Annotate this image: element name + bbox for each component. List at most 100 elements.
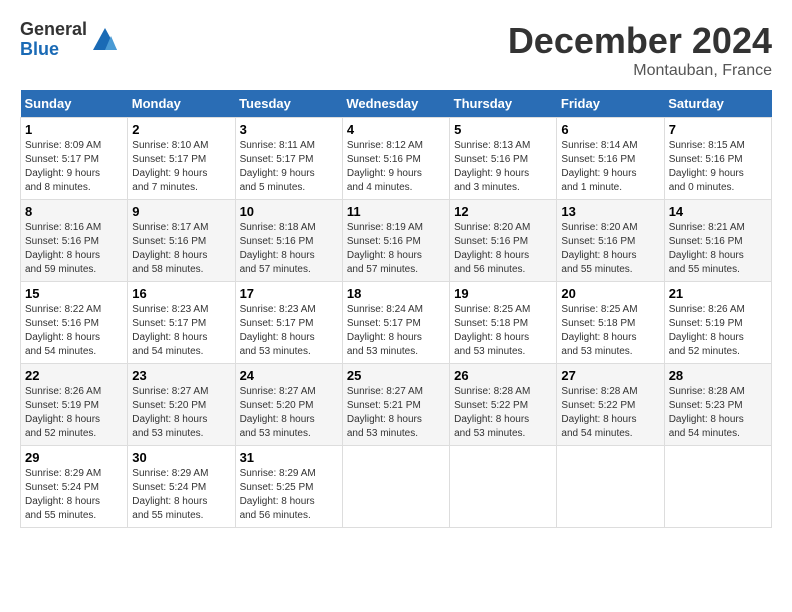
day-number: 30 — [132, 450, 230, 465]
day-info: Sunrise: 8:09 AM Sunset: 5:17 PM Dayligh… — [25, 139, 123, 195]
day-number: 17 — [240, 286, 338, 301]
calendar-day-cell — [450, 446, 557, 528]
day-number: 22 — [25, 368, 123, 383]
day-info: Sunrise: 8:15 AM Sunset: 5:16 PM Dayligh… — [669, 139, 767, 195]
calendar-day-cell: 15 Sunrise: 8:22 AM Sunset: 5:16 PM Dayli… — [21, 282, 128, 364]
day-number: 19 — [454, 286, 552, 301]
day-info: Sunrise: 8:25 AM Sunset: 5:18 PM Dayligh… — [561, 303, 659, 359]
calendar-table: SundayMondayTuesdayWednesdayThursdayFrid… — [20, 90, 772, 528]
calendar-day-cell: 30 Sunrise: 8:29 AM Sunset: 5:24 PM Dayli… — [128, 446, 235, 528]
calendar-day-cell: 8Sunrise: 8:16 AM Sunset: 5:16 PM Daylig… — [21, 200, 128, 282]
day-info: Sunrise: 8:13 AM Sunset: 5:16 PM Dayligh… — [454, 139, 552, 195]
day-info: Sunrise: 8:17 AM Sunset: 5:16 PM Dayligh… — [132, 221, 230, 277]
calendar-day-cell: 12 Sunrise: 8:20 AM Sunset: 5:16 PM Dayli… — [450, 200, 557, 282]
calendar-day-cell: 9 Sunrise: 8:17 AM Sunset: 5:16 PM Daylig… — [128, 200, 235, 282]
day-info: Sunrise: 8:27 AM Sunset: 5:20 PM Dayligh… — [132, 385, 230, 441]
day-number: 5 — [454, 122, 552, 137]
day-info: Sunrise: 8:27 AM Sunset: 5:20 PM Dayligh… — [240, 385, 338, 441]
day-number: 25 — [347, 368, 445, 383]
day-info: Sunrise: 8:18 AM Sunset: 5:16 PM Dayligh… — [240, 221, 338, 277]
calendar-day-cell: 2 Sunrise: 8:10 AM Sunset: 5:17 PM Daylig… — [128, 118, 235, 200]
weekday-header: Thursday — [450, 90, 557, 118]
calendar-week-row: 1 Sunrise: 8:09 AM Sunset: 5:17 PM Daylig… — [21, 118, 772, 200]
day-number: 24 — [240, 368, 338, 383]
day-info: Sunrise: 8:10 AM Sunset: 5:17 PM Dayligh… — [132, 139, 230, 195]
month-title: December 2024 — [508, 20, 772, 62]
calendar-day-cell: 16Sunrise: 8:23 AM Sunset: 5:17 PM Dayli… — [128, 282, 235, 364]
day-info: Sunrise: 8:25 AM Sunset: 5:18 PM Dayligh… — [454, 303, 552, 359]
day-info: Sunrise: 8:26 AM Sunset: 5:19 PM Dayligh… — [25, 385, 123, 441]
weekday-header: Monday — [128, 90, 235, 118]
day-number: 3 — [240, 122, 338, 137]
day-number: 31 — [240, 450, 338, 465]
calendar-day-cell: 4Sunrise: 8:12 AM Sunset: 5:16 PM Daylig… — [342, 118, 449, 200]
day-number: 15 — [25, 286, 123, 301]
day-number: 20 — [561, 286, 659, 301]
calendar-day-cell — [342, 446, 449, 528]
day-number: 13 — [561, 204, 659, 219]
day-info: Sunrise: 8:28 AM Sunset: 5:23 PM Dayligh… — [669, 385, 767, 441]
calendar-day-cell: 22 Sunrise: 8:26 AM Sunset: 5:19 PM Dayli… — [21, 364, 128, 446]
logo-general: General — [20, 20, 87, 40]
weekday-header: Sunday — [21, 90, 128, 118]
day-number: 23 — [132, 368, 230, 383]
calendar-day-cell — [664, 446, 771, 528]
calendar-day-cell: 23 Sunrise: 8:27 AM Sunset: 5:20 PM Dayli… — [128, 364, 235, 446]
day-number: 12 — [454, 204, 552, 219]
calendar-day-cell: 18Sunrise: 8:24 AM Sunset: 5:17 PM Dayli… — [342, 282, 449, 364]
day-number: 9 — [132, 204, 230, 219]
calendar-day-cell: 11Sunrise: 8:19 AM Sunset: 5:16 PM Dayli… — [342, 200, 449, 282]
day-info: Sunrise: 8:12 AM Sunset: 5:16 PM Dayligh… — [347, 139, 445, 195]
day-info: Sunrise: 8:28 AM Sunset: 5:22 PM Dayligh… — [454, 385, 552, 441]
day-info: Sunrise: 8:24 AM Sunset: 5:17 PM Dayligh… — [347, 303, 445, 359]
day-info: Sunrise: 8:20 AM Sunset: 5:16 PM Dayligh… — [454, 221, 552, 277]
calendar-day-cell: 21 Sunrise: 8:26 AM Sunset: 5:19 PM Dayli… — [664, 282, 771, 364]
logo: General Blue — [20, 20, 119, 60]
calendar-day-cell: 25 Sunrise: 8:27 AM Sunset: 5:21 PM Dayli… — [342, 364, 449, 446]
calendar-week-row: 15 Sunrise: 8:22 AM Sunset: 5:16 PM Dayli… — [21, 282, 772, 364]
day-number: 11 — [347, 204, 445, 219]
title-block: December 2024 Montauban, France — [508, 20, 772, 80]
calendar-week-row: 29Sunrise: 8:29 AM Sunset: 5:24 PM Dayli… — [21, 446, 772, 528]
calendar-day-cell: 20 Sunrise: 8:25 AM Sunset: 5:18 PM Dayli… — [557, 282, 664, 364]
calendar-day-cell: 29Sunrise: 8:29 AM Sunset: 5:24 PM Dayli… — [21, 446, 128, 528]
calendar-day-cell: 31 Sunrise: 8:29 AM Sunset: 5:25 PM Dayli… — [235, 446, 342, 528]
day-info: Sunrise: 8:29 AM Sunset: 5:24 PM Dayligh… — [132, 467, 230, 523]
day-number: 6 — [561, 122, 659, 137]
logo-blue: Blue — [20, 40, 87, 60]
day-info: Sunrise: 8:11 AM Sunset: 5:17 PM Dayligh… — [240, 139, 338, 195]
calendar-day-cell: 10 Sunrise: 8:18 AM Sunset: 5:16 PM Dayli… — [235, 200, 342, 282]
weekday-header: Wednesday — [342, 90, 449, 118]
day-info: Sunrise: 8:28 AM Sunset: 5:22 PM Dayligh… — [561, 385, 659, 441]
calendar-day-cell: 6 Sunrise: 8:14 AM Sunset: 5:16 PM Daylig… — [557, 118, 664, 200]
calendar-week-row: 8Sunrise: 8:16 AM Sunset: 5:16 PM Daylig… — [21, 200, 772, 282]
calendar-day-cell: 24 Sunrise: 8:27 AM Sunset: 5:20 PM Dayli… — [235, 364, 342, 446]
day-info: Sunrise: 8:22 AM Sunset: 5:16 PM Dayligh… — [25, 303, 123, 359]
day-number: 16 — [132, 286, 230, 301]
logo-icon — [91, 26, 119, 54]
day-info: Sunrise: 8:29 AM Sunset: 5:25 PM Dayligh… — [240, 467, 338, 523]
day-number: 21 — [669, 286, 767, 301]
calendar-day-cell: 28 Sunrise: 8:28 AM Sunset: 5:23 PM Dayli… — [664, 364, 771, 446]
day-number: 2 — [132, 122, 230, 137]
day-number: 1 — [25, 122, 123, 137]
weekday-header: Friday — [557, 90, 664, 118]
day-number: 14 — [669, 204, 767, 219]
calendar-day-cell: 13Sunrise: 8:20 AM Sunset: 5:16 PM Dayli… — [557, 200, 664, 282]
day-info: Sunrise: 8:14 AM Sunset: 5:16 PM Dayligh… — [561, 139, 659, 195]
day-number: 27 — [561, 368, 659, 383]
day-info: Sunrise: 8:27 AM Sunset: 5:21 PM Dayligh… — [347, 385, 445, 441]
calendar-day-cell: 5 Sunrise: 8:13 AM Sunset: 5:16 PM Daylig… — [450, 118, 557, 200]
calendar-day-cell: 1 Sunrise: 8:09 AM Sunset: 5:17 PM Daylig… — [21, 118, 128, 200]
day-info: Sunrise: 8:21 AM Sunset: 5:16 PM Dayligh… — [669, 221, 767, 277]
calendar-day-cell: 27 Sunrise: 8:28 AM Sunset: 5:22 PM Dayli… — [557, 364, 664, 446]
calendar-week-row: 22 Sunrise: 8:26 AM Sunset: 5:19 PM Dayli… — [21, 364, 772, 446]
day-number: 28 — [669, 368, 767, 383]
day-info: Sunrise: 8:29 AM Sunset: 5:24 PM Dayligh… — [25, 467, 123, 523]
calendar-day-cell: 14 Sunrise: 8:21 AM Sunset: 5:16 PM Dayli… — [664, 200, 771, 282]
calendar-day-cell: 17Sunrise: 8:23 AM Sunset: 5:17 PM Dayli… — [235, 282, 342, 364]
calendar-day-cell: 7Sunrise: 8:15 AM Sunset: 5:16 PM Daylig… — [664, 118, 771, 200]
day-number: 10 — [240, 204, 338, 219]
day-info: Sunrise: 8:26 AM Sunset: 5:19 PM Dayligh… — [669, 303, 767, 359]
calendar-day-cell: 3 Sunrise: 8:11 AM Sunset: 5:17 PM Daylig… — [235, 118, 342, 200]
